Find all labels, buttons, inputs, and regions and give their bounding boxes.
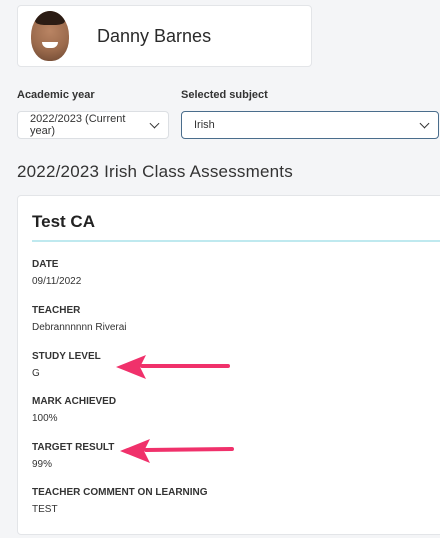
profile-name: Danny Barnes <box>97 25 212 46</box>
study-level-label: STUDY LEVEL <box>32 351 101 362</box>
teacher-label: TEACHER <box>32 305 81 316</box>
study-level-value: G <box>32 368 40 379</box>
date-label: DATE <box>32 259 59 270</box>
annotation-arrow-icon <box>116 355 230 379</box>
chevron-down-icon <box>149 118 160 128</box>
assessment-title: Test CA <box>32 212 95 231</box>
academic-year-value: 2022/2023 (Current year) <box>30 113 126 137</box>
mark-achieved-value: 100% <box>32 413 58 424</box>
avatar <box>31 11 69 61</box>
title-divider <box>32 240 440 242</box>
teacher-comment-label: TEACHER COMMENT ON LEARNING <box>32 487 208 498</box>
section-title: 2022/2023 Irish Class Assessments <box>17 162 293 181</box>
subject-select[interactable]: Irish <box>181 111 439 139</box>
mark-achieved-label: MARK ACHIEVED <box>32 396 117 407</box>
academic-year-select[interactable]: 2022/2023 (Current year) <box>17 111 169 139</box>
subject-value: Irish <box>194 119 215 131</box>
annotation-arrow-icon <box>120 439 234 463</box>
subject-label: Selected subject <box>181 89 268 101</box>
target-result-value: 99% <box>32 459 53 470</box>
target-result-label: TARGET RESULT <box>32 442 115 453</box>
date-value: 09/11/2022 <box>32 276 82 287</box>
teacher-value: Debrannnnnn Riverai <box>32 322 127 333</box>
profile-card: Danny Barnes <box>17 5 312 67</box>
academic-year-label: Academic year <box>17 89 95 101</box>
teacher-comment-value: TEST <box>32 504 58 515</box>
chevron-down-icon <box>419 118 430 128</box>
